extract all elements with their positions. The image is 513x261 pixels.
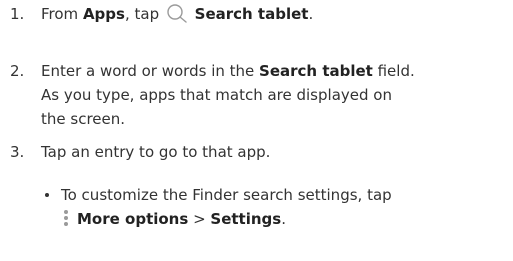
bullet-dot xyxy=(45,193,49,197)
sub-bullet: To customize the Finder search settings,… xyxy=(41,183,392,231)
bullet-text-line-2: More options > Settings. xyxy=(61,207,392,231)
more-options-icon xyxy=(64,210,68,226)
step-number: 2. xyxy=(10,62,25,80)
bullet-text: To customize the Finder search settings,… xyxy=(61,186,392,204)
text-fragment: Enter a word or words in the xyxy=(41,62,260,80)
step-text-line-2: As you type, apps that match are display… xyxy=(41,86,392,104)
step-3: 3. Tap an entry to go to that app. xyxy=(0,140,270,164)
search-tablet-label: Search tablet xyxy=(194,5,309,23)
text-fragment: . xyxy=(281,210,286,228)
search-icon xyxy=(167,4,187,23)
apps-label: Apps xyxy=(82,5,125,23)
text-fragment: field. xyxy=(372,62,415,80)
step-1: 1. From Apps, tap Search tablet. xyxy=(0,2,313,26)
text-fragment: . xyxy=(308,5,314,23)
more-options-label: More options xyxy=(77,210,189,228)
step-text: Enter a word or words in the Search tabl… xyxy=(41,59,415,83)
step-2: 2. Enter a word or words in the Search t… xyxy=(0,59,415,131)
step-number: 1. xyxy=(10,5,25,23)
step-text: Tap an entry to go to that app. xyxy=(41,143,271,161)
step-number: 3. xyxy=(10,143,25,161)
text-fragment: , tap xyxy=(124,5,164,23)
search-tablet-label: Search tablet xyxy=(259,62,373,80)
separator: > xyxy=(188,210,211,228)
step-text-line-3: the screen. xyxy=(41,110,126,128)
step-text: From Apps, tap Search tablet. xyxy=(41,2,313,26)
settings-label: Settings xyxy=(210,210,282,228)
text-fragment: From xyxy=(41,5,83,23)
